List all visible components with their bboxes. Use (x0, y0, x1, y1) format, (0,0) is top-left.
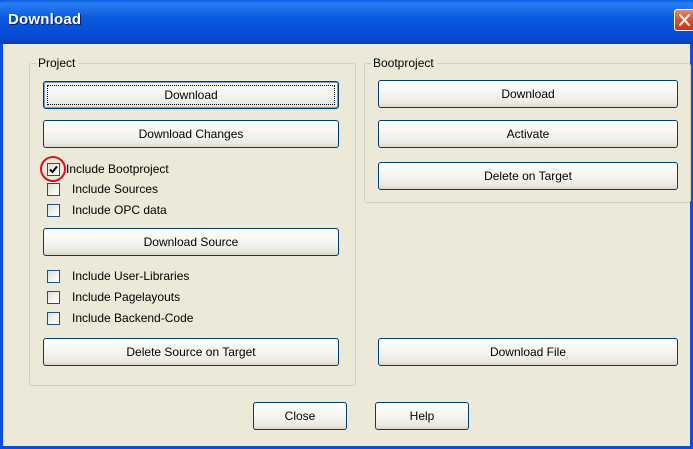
close-icon (679, 14, 690, 26)
include-bootproject-checkbox[interactable] (47, 162, 60, 176)
close-button[interactable]: Close (253, 402, 347, 430)
bootproject-download-label: Download (501, 87, 555, 101)
include-pagelayouts-label: Include Pagelayouts (72, 290, 181, 304)
include-opc-data-label: Include OPC data (72, 203, 167, 217)
include-opc-data-option[interactable]: Include OPC data (47, 202, 167, 218)
include-opc-data-checkbox[interactable] (47, 203, 60, 217)
include-sources-option[interactable]: Include Sources (47, 181, 158, 197)
include-bootproject-label: Include Bootproject (66, 162, 169, 176)
download-source-button[interactable]: Download Source (43, 228, 339, 256)
delete-source-on-target-button[interactable]: Delete Source on Target (43, 338, 339, 366)
close-button-label: Close (284, 409, 316, 423)
download-file-button[interactable]: Download File (378, 338, 678, 366)
include-user-libraries-checkbox[interactable] (47, 269, 60, 283)
delete-on-target-button[interactable]: Delete on Target (378, 162, 678, 190)
bootproject-download-button[interactable]: Download (378, 80, 678, 108)
delete-on-target-label: Delete on Target (484, 169, 572, 183)
help-button-label: Help (409, 409, 435, 423)
include-user-libraries-label: Include User-Libraries (72, 269, 190, 283)
project-download-button[interactable]: Download (43, 81, 339, 109)
include-user-libraries-option[interactable]: Include User-Libraries (47, 268, 189, 284)
include-pagelayouts-option[interactable]: Include Pagelayouts (47, 289, 180, 305)
download-file-label: Download File (489, 345, 567, 359)
delete-source-on-target-label: Delete Source on Target (126, 345, 256, 359)
include-backend-code-label: Include Backend-Code (72, 311, 194, 325)
download-changes-label: Download Changes (138, 127, 244, 141)
project-group-label: Project (36, 56, 79, 70)
include-bootproject-option[interactable]: Include Bootproject (47, 161, 169, 177)
include-backend-code-checkbox[interactable] (47, 311, 60, 325)
project-download-label: Download (164, 88, 218, 102)
activate-button[interactable]: Activate (378, 120, 678, 148)
help-button[interactable]: Help (375, 402, 469, 430)
include-sources-checkbox[interactable] (47, 182, 60, 196)
include-pagelayouts-checkbox[interactable] (47, 290, 60, 304)
download-dialog: Download Project Download Download Chang… (0, 0, 693, 449)
include-backend-code-option[interactable]: Include Backend-Code (47, 310, 193, 326)
dialog-body: Project Download Download Changes Includ… (3, 44, 691, 446)
window-title: Download (8, 11, 82, 28)
close-window-button[interactable] (674, 9, 693, 31)
checkmark-icon (49, 165, 58, 173)
download-changes-button[interactable]: Download Changes (43, 120, 339, 148)
bootproject-group-label: Bootproject (371, 56, 437, 70)
activate-label: Activate (506, 127, 550, 141)
include-sources-label: Include Sources (72, 182, 159, 196)
download-source-label: Download Source (143, 235, 239, 249)
title-bar[interactable]: Download (0, 0, 693, 44)
